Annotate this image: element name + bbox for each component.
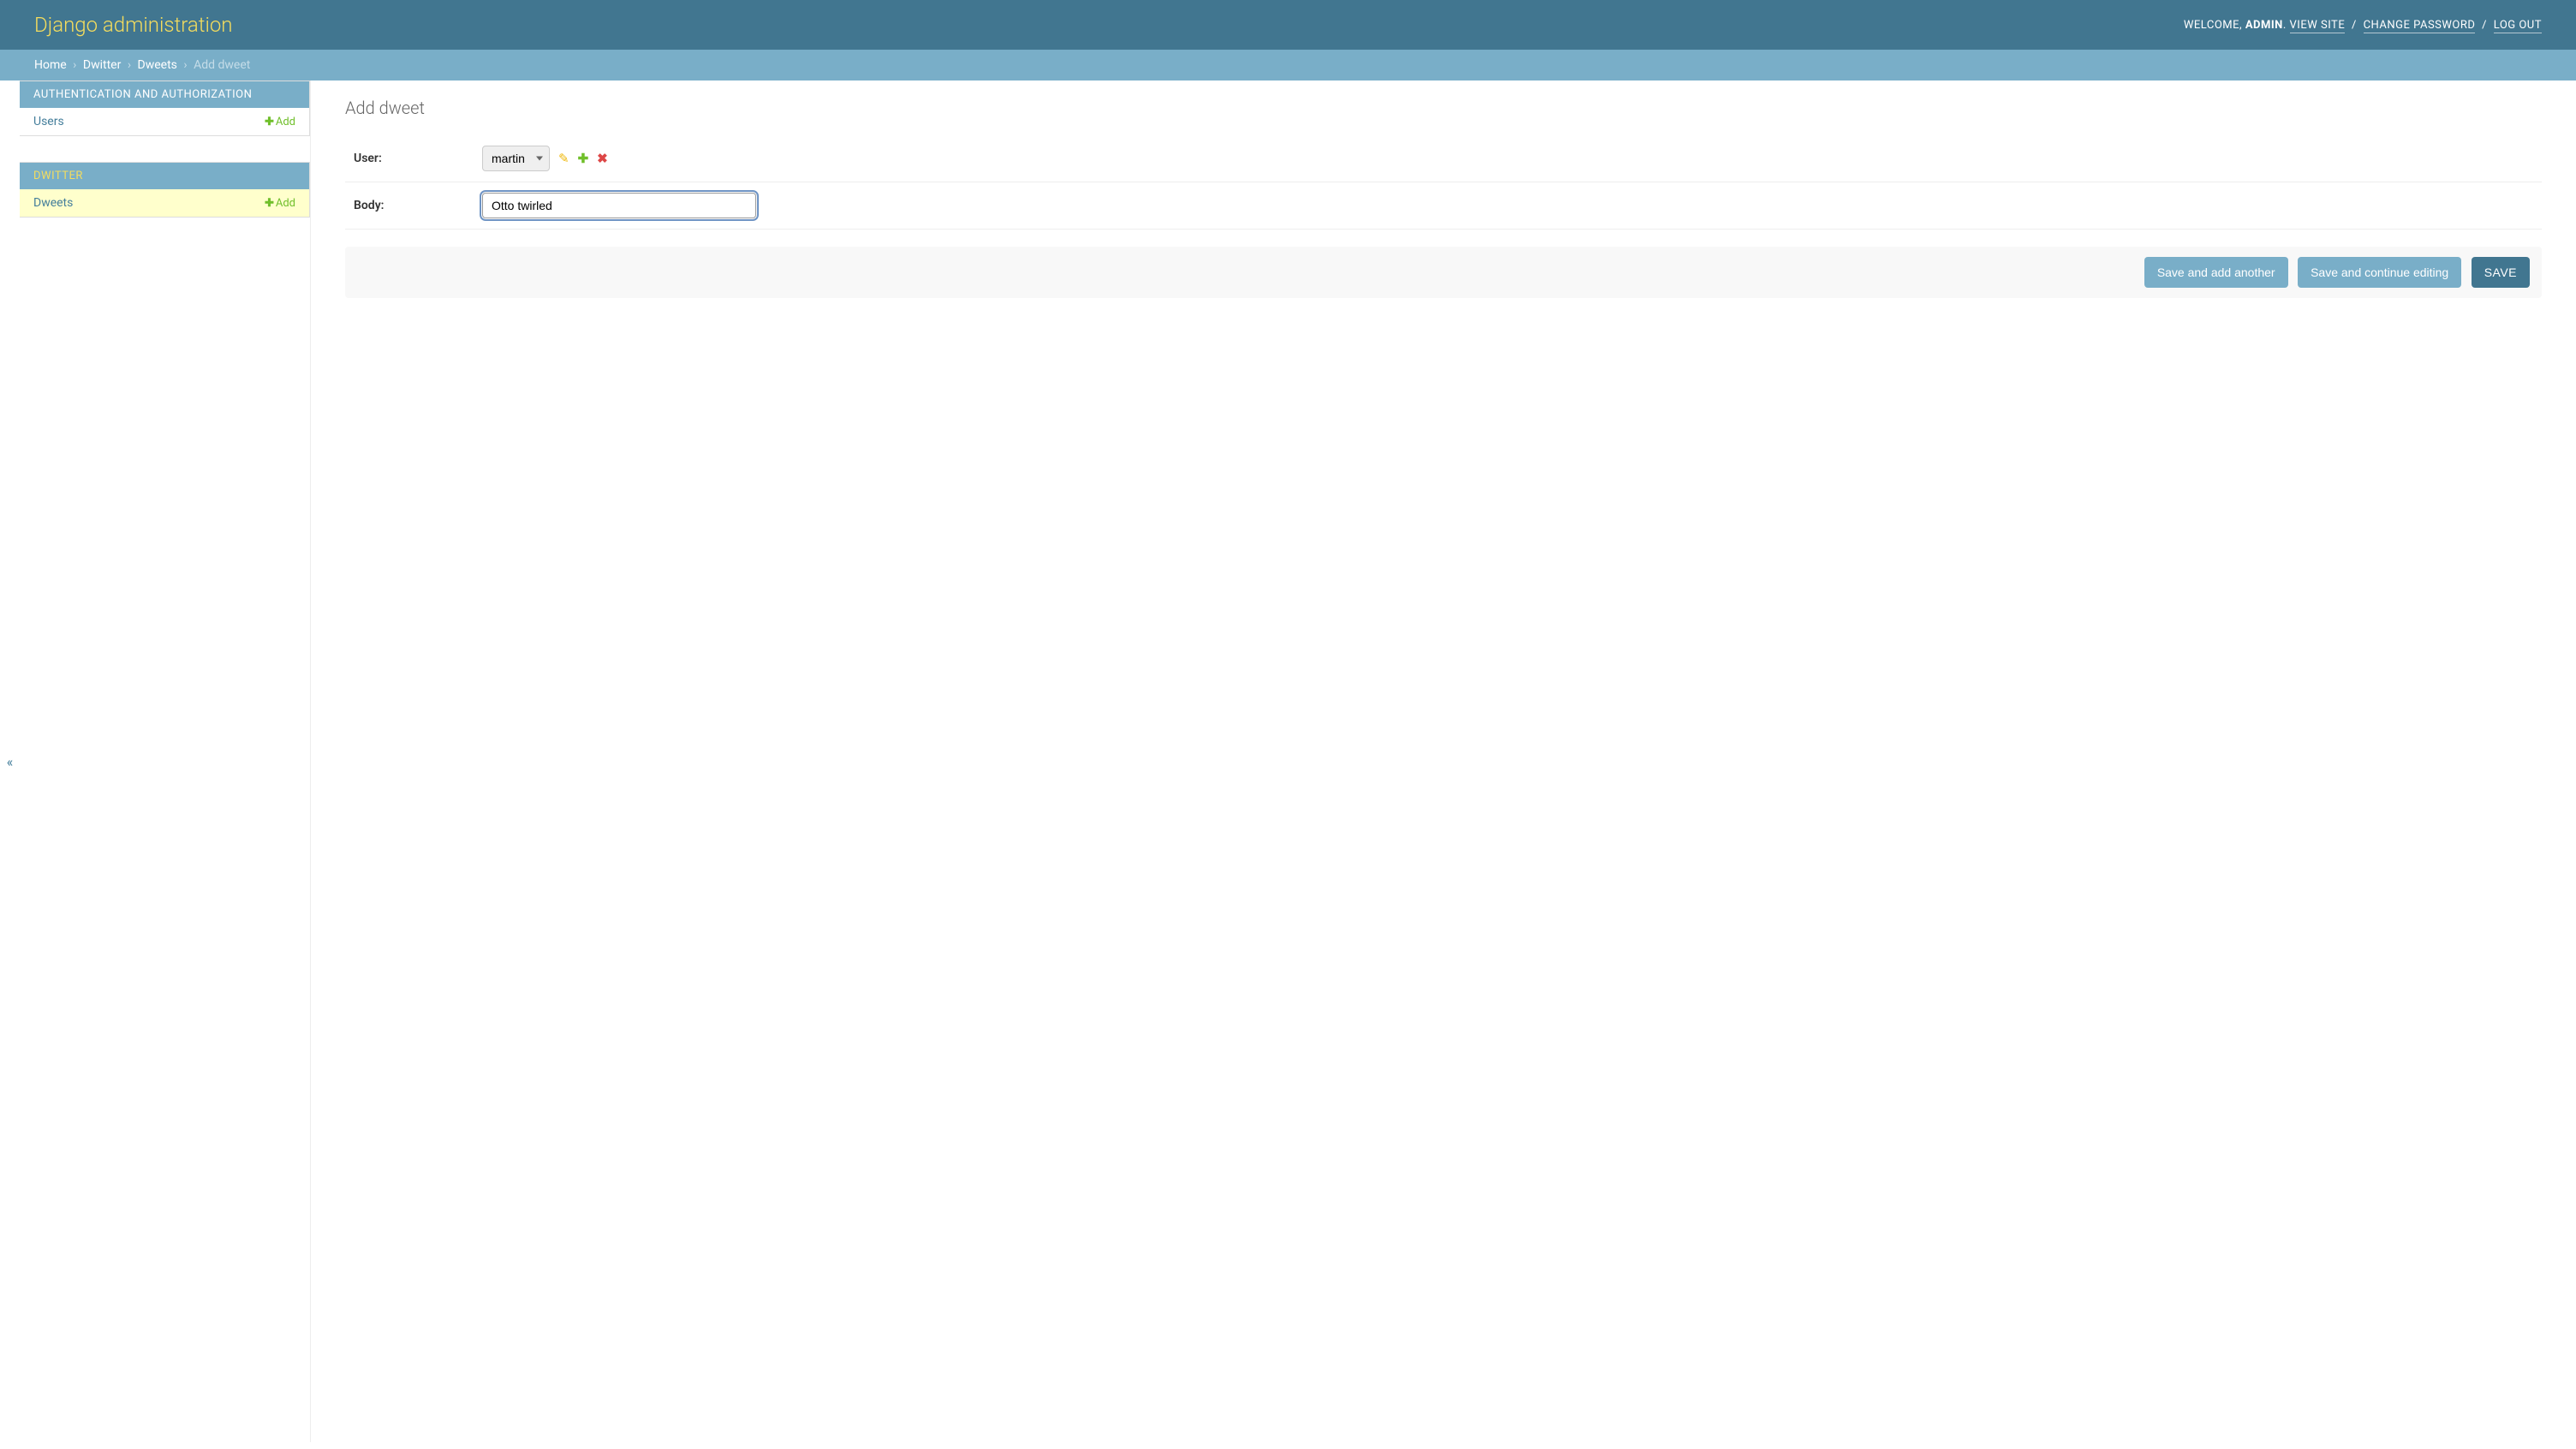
pencil-icon[interactable]: ✎ bbox=[558, 151, 569, 166]
form-row-user: User: martin ✎ ✚ ✖ bbox=[345, 135, 2542, 182]
branding[interactable]: Django administration bbox=[34, 13, 233, 37]
add-dweets-link[interactable]: ✚Add bbox=[265, 197, 295, 210]
welcome-text: WELCOME, bbox=[2184, 19, 2242, 32]
breadcrumb-current: Add dweet bbox=[194, 58, 250, 72]
breadcrumb-app[interactable]: Dwitter bbox=[83, 58, 121, 72]
x-icon[interactable]: ✖ bbox=[597, 151, 608, 166]
breadcrumb-model[interactable]: Dweets bbox=[138, 58, 177, 72]
sidebar-app-header[interactable]: DWITTER bbox=[20, 163, 309, 189]
sidebar-app-dwitter: DWITTER Dweets ✚Add bbox=[20, 162, 310, 218]
content: Add dweet User: martin ✎ ✚ ✖ bbox=[311, 80, 2576, 1442]
main: « AUTHENTICATION AND AUTHORIZATION Users… bbox=[0, 80, 2576, 1442]
form-row-body: Body: bbox=[345, 182, 2542, 230]
body-label: Body: bbox=[345, 199, 482, 212]
view-site-link[interactable]: VIEW SITE bbox=[2290, 19, 2346, 33]
breadcrumb-home[interactable]: Home bbox=[34, 58, 67, 72]
save-continue-button[interactable] bbox=[2298, 257, 2461, 288]
breadcrumbs: Home › Dwitter › Dweets › Add dweet bbox=[0, 50, 2576, 80]
body-input[interactable] bbox=[482, 193, 756, 218]
nav-toggle[interactable]: « bbox=[0, 80, 20, 1442]
change-password-link[interactable]: CHANGE PASSWORD bbox=[2364, 19, 2476, 33]
sidebar-model-row: Dweets ✚Add bbox=[20, 189, 309, 217]
submit-row bbox=[345, 247, 2542, 298]
save-add-another-button[interactable] bbox=[2144, 257, 2288, 288]
page-title: Add dweet bbox=[345, 98, 2542, 118]
sidebar-model-dweets[interactable]: Dweets bbox=[33, 196, 73, 210]
collapse-icon: « bbox=[7, 754, 14, 770]
plus-icon: ✚ bbox=[265, 197, 274, 210]
sidebar-app-header[interactable]: AUTHENTICATION AND AUTHORIZATION bbox=[20, 81, 309, 108]
logout-link[interactable]: LOG OUT bbox=[2494, 19, 2542, 33]
sidebar-model-row: Users ✚Add bbox=[20, 108, 309, 135]
sidebar: AUTHENTICATION AND AUTHORIZATION Users ✚… bbox=[20, 80, 311, 1442]
username: ADMIN bbox=[2245, 19, 2283, 32]
sidebar-app-auth: AUTHENTICATION AND AUTHORIZATION Users ✚… bbox=[20, 80, 310, 136]
user-select[interactable]: martin bbox=[482, 146, 550, 171]
user-tools: WELCOME, ADMIN. VIEW SITE / CHANGE PASSW… bbox=[2184, 19, 2542, 32]
related-widget: ✎ ✚ ✖ bbox=[558, 151, 608, 166]
plus-icon[interactable]: ✚ bbox=[578, 151, 589, 166]
user-label: User: bbox=[345, 152, 482, 165]
add-dweet-form: User: martin ✎ ✚ ✖ Body: bbox=[345, 135, 2542, 298]
header: Django administration WELCOME, ADMIN. VI… bbox=[0, 0, 2576, 50]
sidebar-model-users[interactable]: Users bbox=[33, 115, 64, 128]
plus-icon: ✚ bbox=[265, 116, 274, 128]
add-users-link[interactable]: ✚Add bbox=[265, 116, 295, 128]
save-button[interactable] bbox=[2472, 257, 2530, 288]
